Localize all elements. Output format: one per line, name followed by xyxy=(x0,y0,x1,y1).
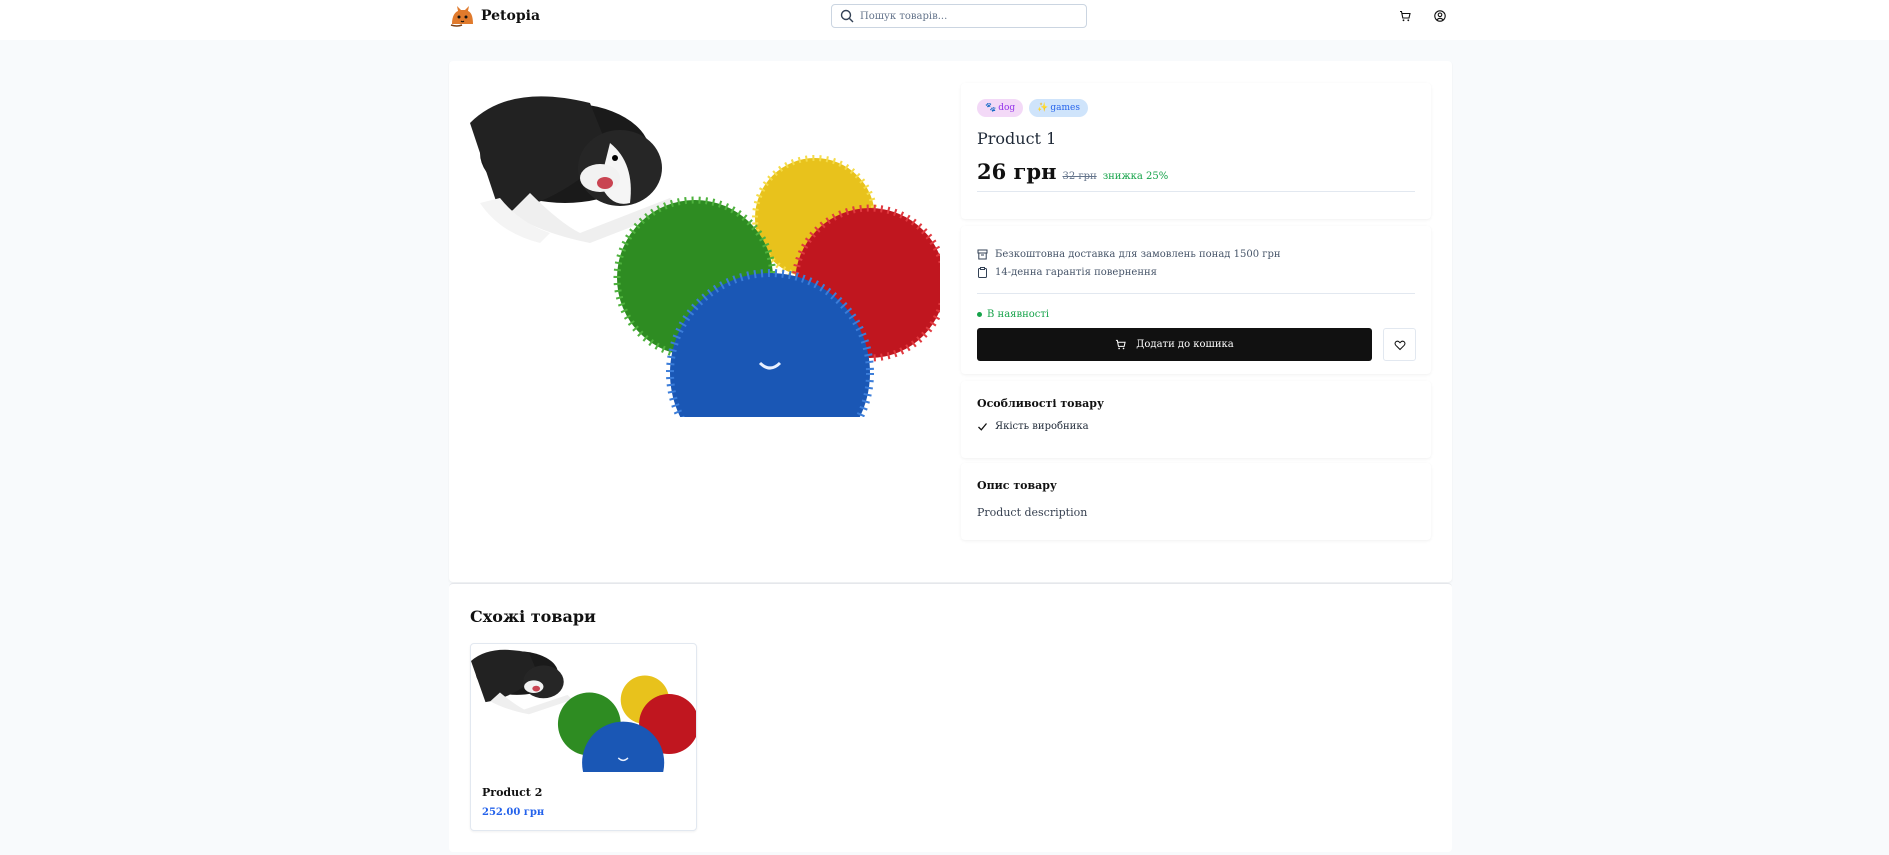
feature-item: Якість виробника xyxy=(977,421,1089,432)
product-summary: 🐾 dog ✨ games Product 1 26 грн 32 грн зн… xyxy=(961,83,1431,219)
add-to-cart-label: Додати до кошика xyxy=(1136,339,1234,350)
discount-label: знижка 25% xyxy=(1102,171,1169,182)
stock-dot-icon xyxy=(977,312,982,317)
similar-product-card[interactable]: Product 2 252.00 грн xyxy=(470,643,697,831)
perk-label: 14-денна гарантія повернення xyxy=(995,267,1157,278)
similar-product-image[interactable] xyxy=(471,644,696,772)
features-title: Особливості товару xyxy=(977,397,1105,410)
paw-icon: 🐾 xyxy=(985,103,997,113)
tag-list: 🐾 dog ✨ games xyxy=(977,99,1088,117)
feature-label: Якість виробника xyxy=(995,421,1089,432)
cat-logo-icon xyxy=(450,6,473,27)
cart-icon xyxy=(1116,339,1126,350)
product-image[interactable] xyxy=(470,83,940,417)
sparkles-icon: ✨ xyxy=(1037,103,1049,113)
dog-with-balls-illustration xyxy=(470,96,940,417)
stock-status: В наявності xyxy=(977,309,1049,320)
perk-label: Безкоштовна доставка для замовлень понад… xyxy=(995,249,1281,260)
similar-products-section: Схожі товари Product 2 252.00 грн xyxy=(449,583,1452,852)
tag-label: dog xyxy=(998,103,1016,113)
top-header: Petopia xyxy=(0,0,1889,40)
wishlist-button[interactable] xyxy=(1383,328,1416,361)
tag-games[interactable]: ✨ games xyxy=(1029,99,1088,117)
cart-icon[interactable] xyxy=(1397,8,1413,24)
check-icon xyxy=(978,423,988,431)
dog-with-balls-illustration xyxy=(471,649,696,772)
clipboard-icon xyxy=(978,267,987,278)
tag-dog[interactable]: 🐾 dog xyxy=(977,99,1024,117)
tag-label: games xyxy=(1050,103,1080,113)
perk-free-delivery: Безкоштовна доставка для замовлень понад… xyxy=(977,249,1281,260)
brand-name: Petopia xyxy=(481,8,541,24)
box-icon xyxy=(977,249,988,260)
divider xyxy=(977,191,1415,192)
purchase-panel: Безкоштовна доставка для замовлень понад… xyxy=(961,226,1431,374)
description-text: Product description xyxy=(977,506,1088,519)
search-input[interactable] xyxy=(860,10,1080,22)
stock-label: В наявності xyxy=(987,309,1050,320)
add-to-cart-button[interactable]: Додати до кошика xyxy=(977,328,1372,361)
search-icon xyxy=(840,9,854,23)
similar-product-name[interactable]: Product 2 xyxy=(482,786,542,799)
heart-icon xyxy=(1394,340,1405,350)
divider xyxy=(977,293,1415,294)
price-row: 26 грн 32 грн знижка 25% xyxy=(977,159,1168,184)
perk-return-guarantee: 14-денна гарантія повернення xyxy=(977,267,1157,278)
old-price: 32 грн xyxy=(1062,171,1097,182)
description-section: Опис товару Product description xyxy=(961,463,1431,540)
user-account-icon[interactable] xyxy=(1432,8,1448,24)
product-card: 🐾 dog ✨ games Product 1 26 грн 32 грн зн… xyxy=(449,61,1452,582)
current-price: 26 грн xyxy=(977,159,1057,184)
similar-products-title: Схожі товари xyxy=(470,607,596,626)
product-title: Product 1 xyxy=(977,129,1057,148)
features-section: Особливості товару Якість виробника xyxy=(961,381,1431,458)
similar-product-price: 252.00 грн xyxy=(482,807,545,818)
description-title: Опис товару xyxy=(977,479,1057,492)
search-box[interactable] xyxy=(831,4,1087,28)
brand-logo[interactable]: Petopia xyxy=(449,4,540,28)
